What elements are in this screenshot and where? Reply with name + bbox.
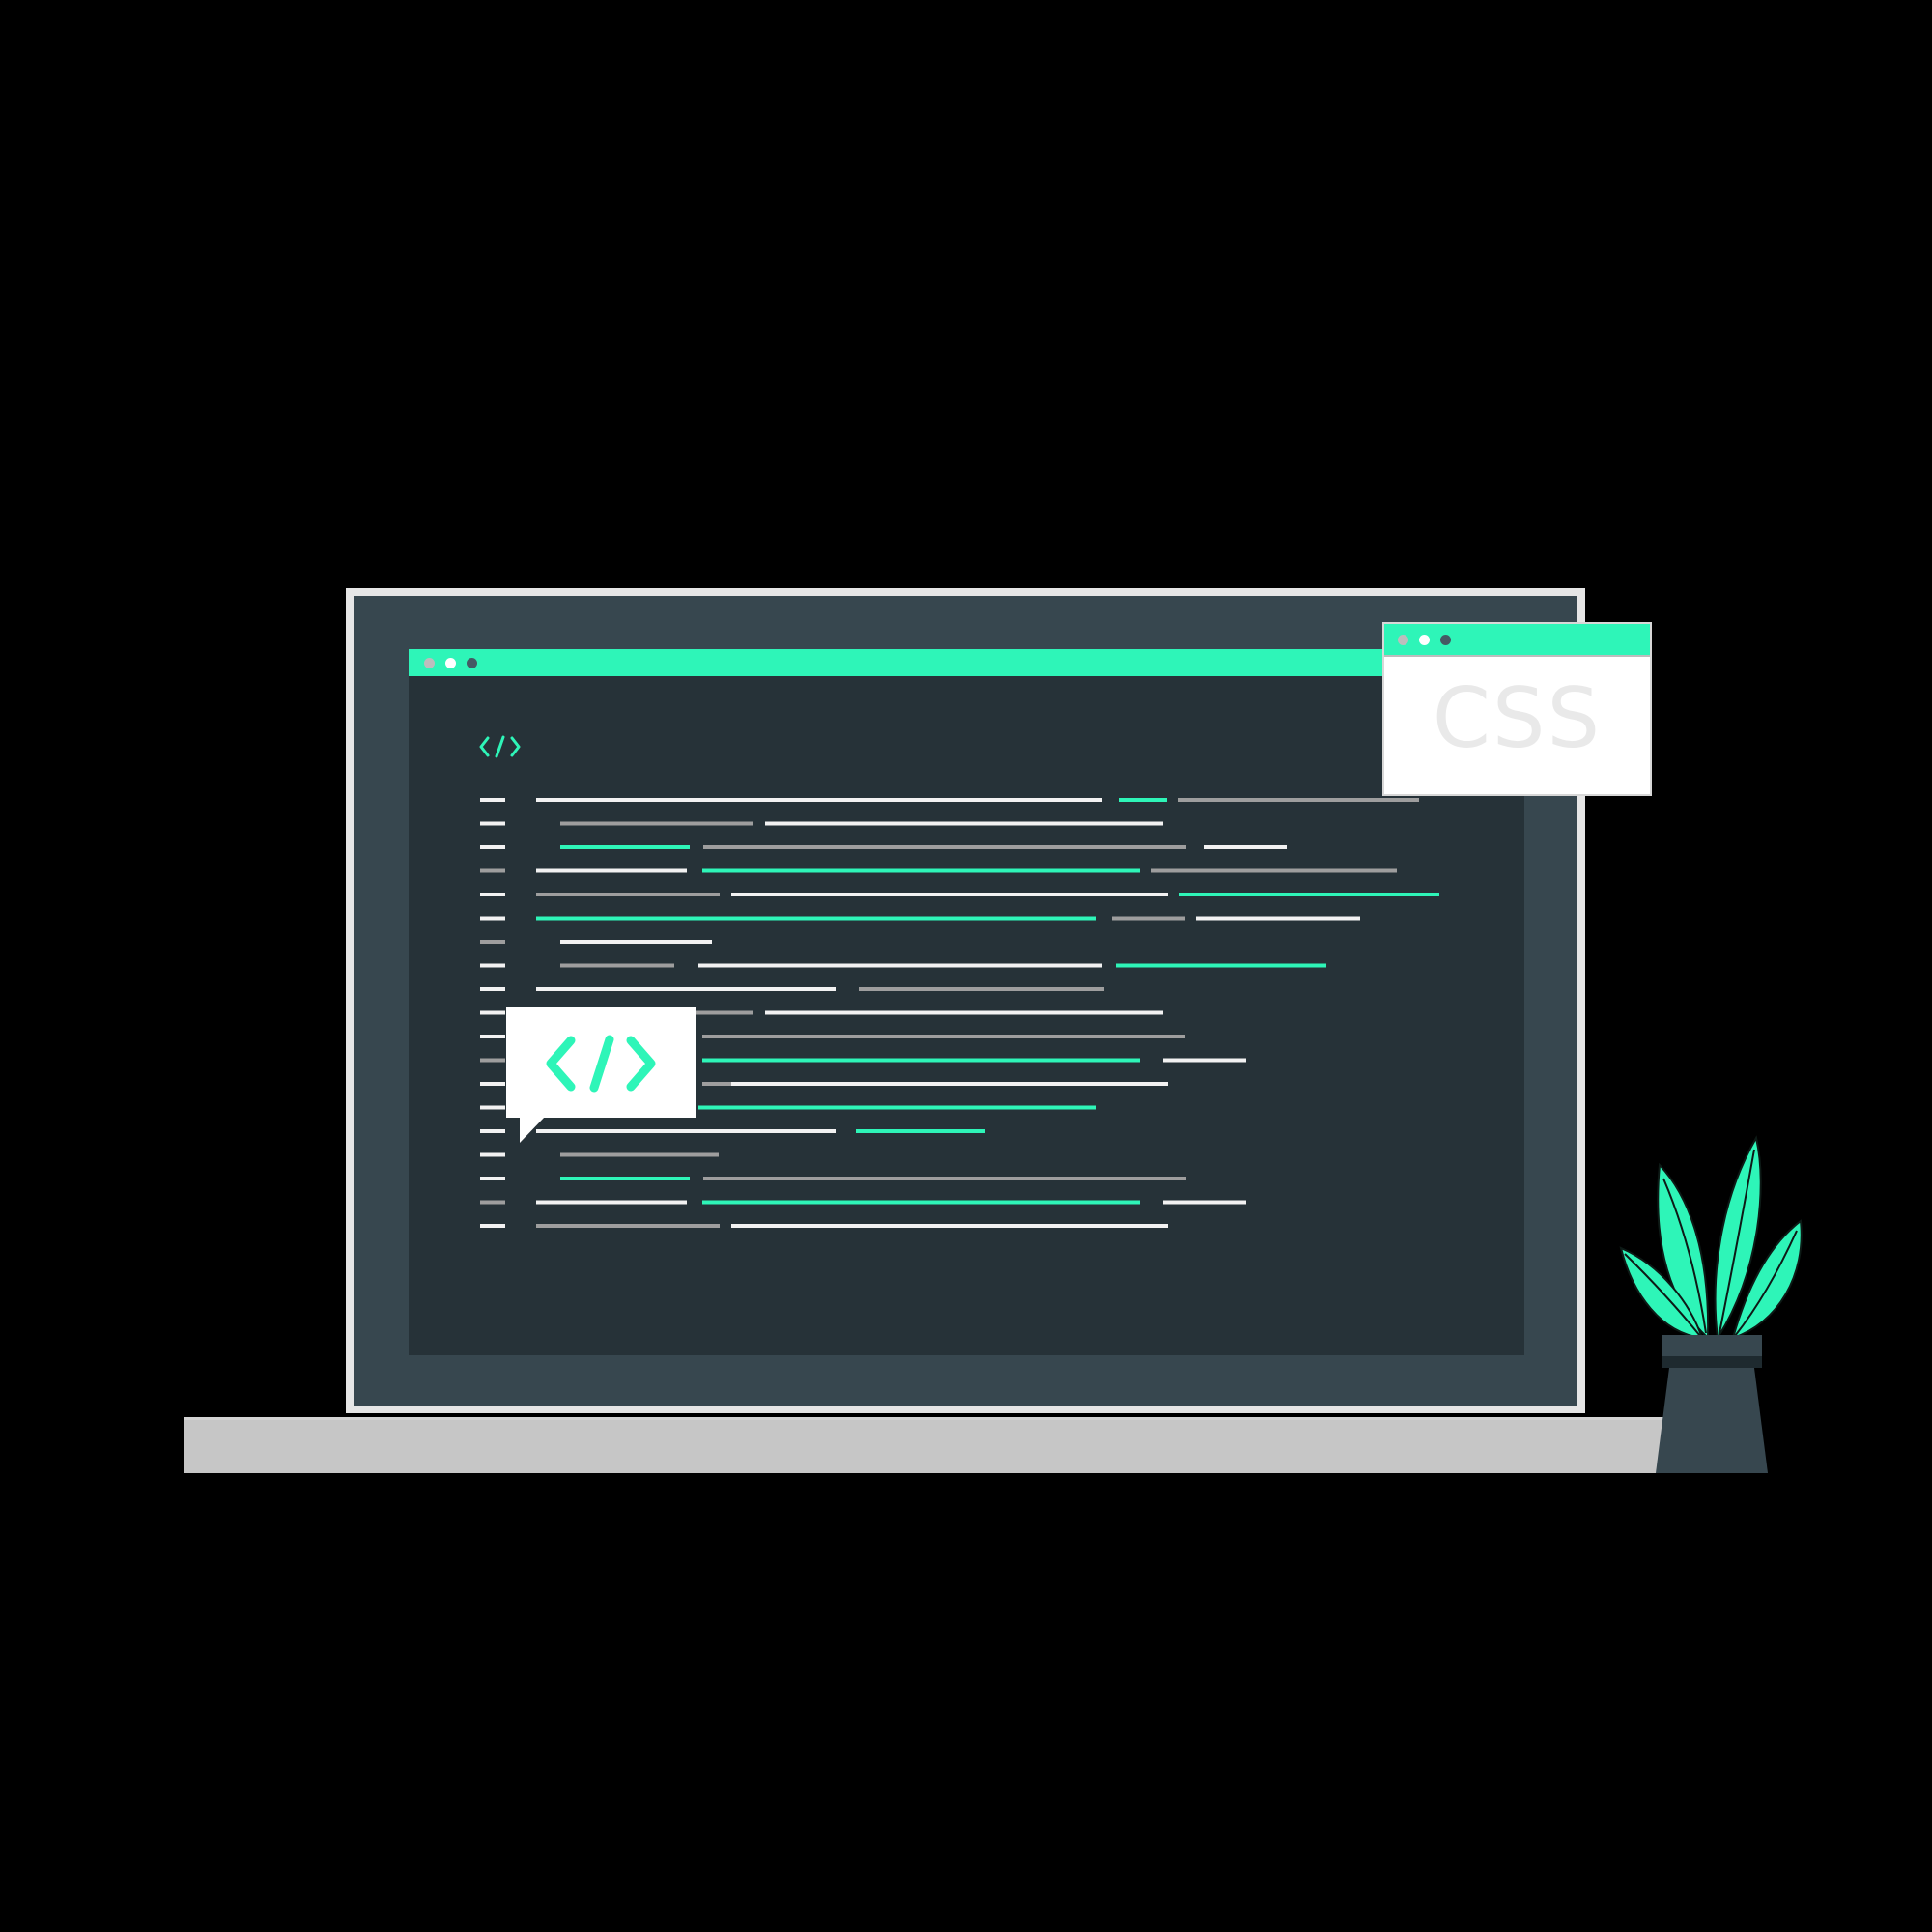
code-segment-green [1119,798,1167,802]
css-window-titlebar [1384,624,1650,657]
code-segment-white [480,893,505,896]
window-dot-dark [1440,635,1451,645]
code-segment-white [480,1129,505,1133]
potted-plant-icon [1619,1135,1803,1473]
code-segment-gray [703,1177,1186,1180]
illustration: CSS [0,0,1932,1932]
code-segment-gray [536,893,720,896]
code-segment-white [731,1082,1168,1086]
code-segment-gray [1178,798,1419,802]
code-line [480,1224,1168,1228]
code-segment-white [560,940,712,944]
code-segment-gray [480,1058,505,1063]
code-segment-white [480,1082,505,1086]
code-line [480,845,1287,849]
code-segment-white [480,1105,505,1110]
code-segment-white [480,798,505,802]
code-segment-white [536,868,687,873]
window-dot-gray [1398,635,1408,645]
code-segment-gray [560,1152,719,1157]
code-line [480,940,712,944]
code-segment-green [560,845,690,849]
code-line [480,821,1163,826]
code-segment-green [1179,893,1439,896]
code-segment-gray [702,1082,731,1086]
code-segment-green [698,1105,1096,1110]
code-editor-window [409,649,1524,1355]
code-segment-gray [859,987,1104,991]
css-label: CSS [1432,670,1603,767]
code-segment-gray [1151,868,1397,873]
code-line [480,1200,1246,1205]
code-lines [409,649,1524,1355]
code-segment-white [480,963,505,968]
code-segment-white [480,821,505,826]
code-segment-white [536,1200,687,1205]
code-segment-white [536,987,836,991]
code-segment-white [480,1010,505,1015]
code-segment-gray [536,1224,720,1228]
code-segment-gray [703,845,1186,849]
code-tag-icon [546,1035,656,1093]
code-line [480,868,1397,873]
code-segment-white [765,1010,1163,1015]
code-line [480,1152,719,1157]
code-segment-white [536,1129,836,1133]
code-segment-green [1116,963,1326,968]
code-segment-white [480,845,505,849]
code-segment-white [698,963,1102,968]
code-segment-gray [560,821,753,826]
code-line [480,963,1326,968]
code-line [480,916,1360,921]
code-line [480,893,1439,896]
code-segment-white [480,916,505,921]
code-segment-gray [560,963,674,968]
code-segment-green [702,1200,1140,1205]
code-segment-green [856,1129,985,1133]
code-segment-gray [480,1200,505,1205]
css-window: CSS [1382,622,1652,796]
code-line [480,1129,985,1133]
code-segment-white [1196,916,1360,921]
code-segment-gray [1112,916,1185,921]
laptop-base [184,1417,1729,1473]
window-dot-white [1419,635,1430,645]
code-segment-green [702,868,1140,873]
code-segment-gray [480,940,505,944]
code-segment-white [1163,1200,1246,1205]
code-segment-white [480,1224,505,1228]
code-segment-white [731,1224,1168,1228]
code-line [480,1177,1186,1180]
code-segment-gray [480,868,505,873]
code-segment-white [480,1177,505,1180]
code-segment-green [560,1177,690,1180]
speech-bubble-tail [520,1117,545,1143]
code-line [480,798,1419,802]
code-segment-gray [702,1035,1185,1038]
code-segment-white [731,893,1168,896]
code-segment-green [702,1058,1140,1063]
code-segment-white [765,821,1163,826]
code-segment-white [480,1152,505,1157]
code-line [480,987,1104,991]
code-lines-svg [480,798,1439,1228]
code-segment-white [480,1035,505,1038]
code-segment-green [536,916,1096,921]
code-segment-white [1163,1058,1246,1063]
code-segment-white [1204,845,1287,849]
code-segment-white [536,798,1102,802]
code-segment-white [480,987,505,991]
